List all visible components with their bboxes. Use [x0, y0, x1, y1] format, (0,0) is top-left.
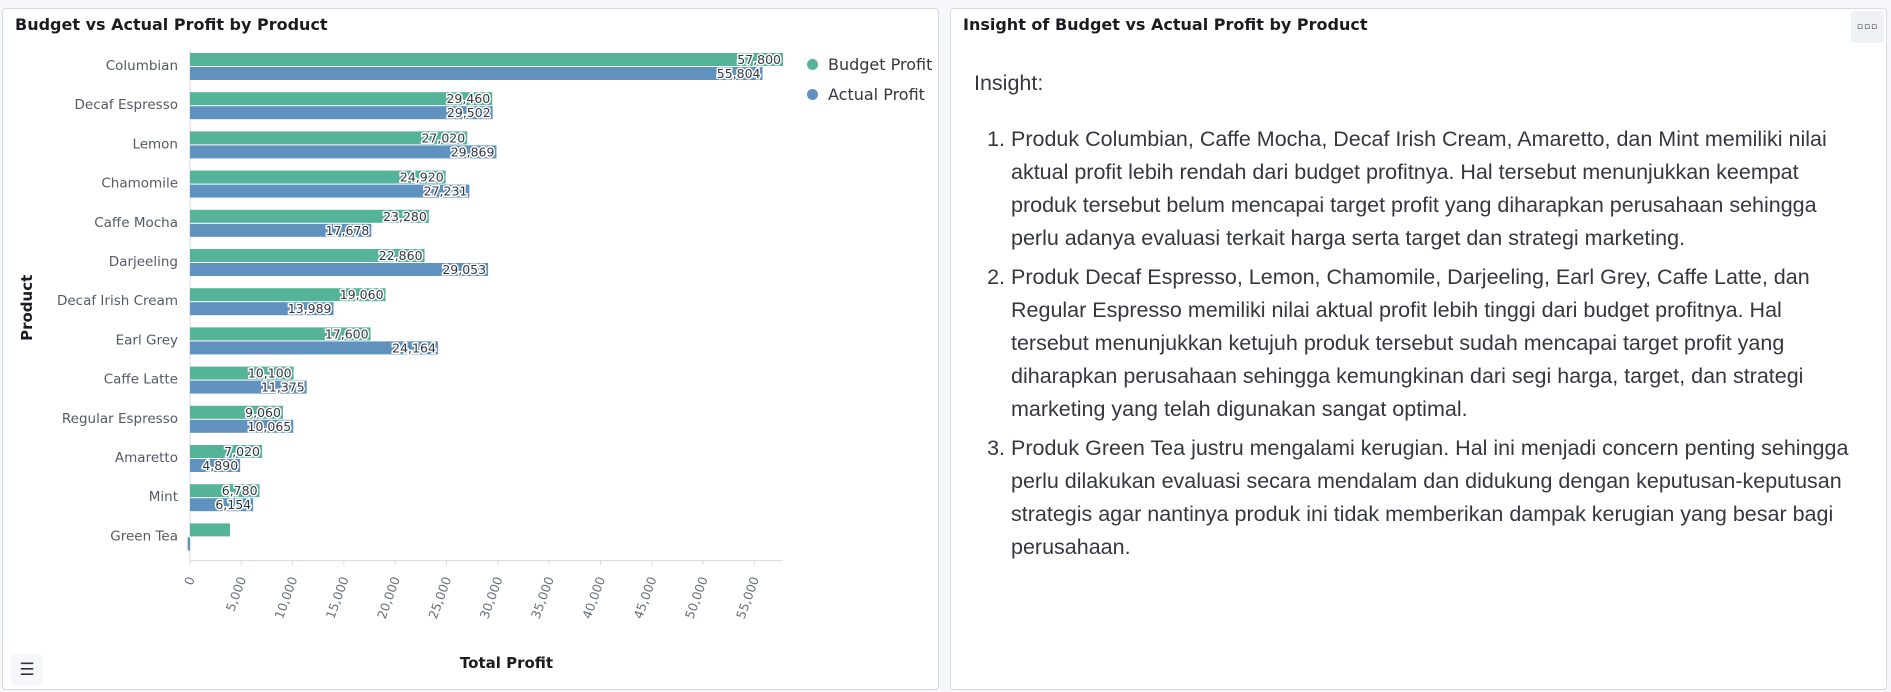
y-tick-label-chamomile: Chamomile — [101, 176, 178, 192]
data-label-budget-profit-regular-espresso: 9,060 — [245, 405, 281, 420]
data-label-actual-profit-amaretto: 4,890 — [202, 458, 238, 473]
x-tick-label-4: 20,000 — [374, 574, 403, 620]
bar-budget-profit-columbian — [190, 53, 783, 66]
chart-panel: Budget vs Actual Profit by Product Colum… — [2, 8, 939, 690]
legend-swatch-actual-profit — [807, 88, 818, 100]
y-tick-label-decaf-irish-cream: Decaf Irish Cream — [57, 293, 178, 309]
y-tick-label-columbian: Columbian — [106, 58, 178, 74]
y-tick-label-decaf-espresso: Decaf Espresso — [75, 97, 178, 113]
x-tick-label-10: 50,000 — [682, 574, 711, 620]
insight-list: Produk Columbian, Caffe Mocha, Decaf Iri… — [974, 123, 1864, 564]
data-label-budget-profit-caffe-latte: 10,100 — [248, 366, 292, 381]
bar-budget-profit-green-tea — [190, 523, 231, 537]
x-axis-title: Total Profit — [460, 654, 553, 672]
data-label-budget-profit-chamomile: 24,920 — [400, 170, 444, 185]
data-label-actual-profit-caffe-latte: 11,375 — [261, 380, 305, 395]
data-label-budget-profit-lemon: 27,020 — [421, 130, 465, 145]
y-axis-title: Product — [18, 275, 36, 341]
legend-item-budget-profit[interactable]: Budget Profit — [807, 49, 932, 79]
legend-item-actual-profit[interactable]: Actual Profit — [807, 79, 932, 109]
data-label-actual-profit-decaf-irish-cream: 13,989 — [288, 301, 332, 316]
chart-legend: Budget Profit Actual Profit — [807, 49, 932, 109]
data-label-budget-profit-decaf-irish-cream: 19,060 — [340, 287, 384, 302]
insight-panel: Insight of Budget vs Actual Profit by Pr… — [950, 8, 1887, 690]
insight-heading: Insight: — [974, 71, 1044, 95]
insight-item: Produk Decaf Espresso, Lemon, Chamomile,… — [1011, 261, 1864, 426]
data-label-budget-profit-mint: 6,780 — [222, 483, 258, 498]
insight-item: Produk Green Tea justru mengalami kerugi… — [1011, 432, 1864, 564]
list-icon: ☰ — [19, 660, 35, 680]
x-tick-label-1: 5,000 — [223, 574, 249, 613]
data-label-actual-profit-lemon: 29,869 — [451, 144, 495, 159]
panel-options-button[interactable]: ▫▫▫ — [1851, 11, 1884, 43]
data-label-budget-profit-earl-grey: 17,600 — [325, 326, 369, 341]
x-tick-label-11: 55,000 — [733, 574, 762, 620]
data-label-budget-profit-caffe-mocha: 23,280 — [383, 209, 427, 224]
x-tick-label-8: 40,000 — [579, 574, 608, 620]
y-tick-label-mint: Mint — [149, 489, 178, 505]
x-tick-label-7: 35,000 — [528, 574, 557, 620]
bar-chart: Columbian 57,80055,804 Decaf Espresso 29,46… — [18, 49, 783, 672]
data-label-budget-profit-columbian: 57,800 — [737, 52, 781, 67]
x-tick-label-2: 10,000 — [271, 574, 300, 620]
legend-swatch-budget-profit — [807, 58, 818, 70]
bar-actual-profit-columbian — [190, 67, 763, 80]
data-label-actual-profit-caffe-mocha: 17,678 — [326, 223, 370, 238]
bar-actual-profit-green-tea — [187, 537, 190, 551]
x-tick-label-3: 15,000 — [323, 574, 352, 620]
y-tick-label-regular-espresso: Regular Espresso — [62, 411, 178, 427]
insight-body: Insight: Produk Columbian, Caffe Mocha, … — [974, 67, 1864, 570]
x-tick-label-6: 30,000 — [477, 574, 506, 620]
x-tick-label-0: 0 — [181, 574, 198, 587]
legend-label-actual-profit: Actual Profit — [828, 84, 925, 104]
legend-label-budget-profit: Budget Profit — [828, 54, 933, 74]
y-tick-label-caffe-mocha: Caffe Mocha — [94, 215, 178, 231]
data-label-budget-profit-amaretto: 7,020 — [224, 444, 260, 459]
insight-item: Produk Columbian, Caffe Mocha, Decaf Iri… — [1011, 123, 1864, 255]
x-tick-label-9: 45,000 — [630, 574, 659, 620]
data-label-actual-profit-mint: 6,154 — [215, 497, 251, 512]
data-label-actual-profit-decaf-espresso: 29,502 — [447, 105, 491, 120]
ellipsis-icon: ▫▫▫ — [1856, 22, 1879, 32]
data-label-budget-profit-darjeeling: 22,860 — [379, 248, 423, 263]
data-label-actual-profit-darjeeling: 29,053 — [442, 262, 486, 277]
data-label-actual-profit-chamomile: 27,231 — [424, 184, 468, 199]
x-tick-label-5: 25,000 — [425, 574, 454, 620]
data-label-actual-profit-earl-grey: 24,164 — [392, 340, 436, 355]
y-tick-label-amaretto: Amaretto — [115, 450, 178, 466]
y-tick-label-caffe-latte: Caffe Latte — [104, 372, 178, 388]
y-tick-label-green-tea: Green Tea — [110, 528, 178, 544]
data-label-actual-profit-regular-espresso: 10,065 — [248, 419, 292, 434]
y-tick-label-darjeeling: Darjeeling — [109, 254, 178, 270]
y-tick-label-earl-grey: Earl Grey — [116, 332, 178, 348]
data-label-actual-profit-columbian: 55,804 — [717, 66, 761, 81]
toc-button[interactable]: ☰ — [11, 654, 43, 686]
y-tick-label-lemon: Lemon — [132, 136, 178, 152]
insight-panel-title: Insight of Budget vs Actual Profit by Pr… — [963, 15, 1368, 34]
data-label-budget-profit-decaf-espresso: 29,460 — [446, 91, 490, 106]
